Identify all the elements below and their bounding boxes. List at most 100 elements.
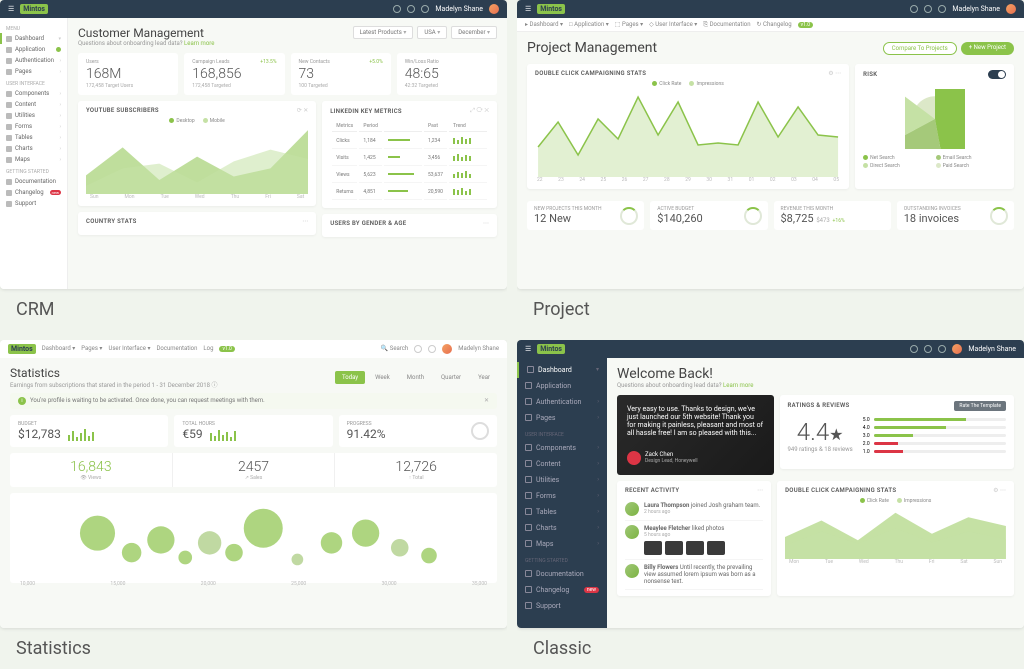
risk-toggle[interactable]	[988, 70, 1006, 79]
kpi-users: Users168M172,458 Target Users	[78, 53, 178, 95]
sidebar-item-application[interactable]: Application	[0, 44, 67, 55]
avatar[interactable]	[489, 4, 499, 14]
breadcrumb-item[interactable]: Pages ▾	[81, 345, 102, 352]
sidebar-item-docs[interactable]: Documentation	[0, 176, 67, 187]
card-menu-icon[interactable]: ⋯	[483, 220, 489, 227]
search-icon[interactable]	[910, 345, 918, 353]
sidebar-item-application[interactable]: Application	[517, 378, 607, 394]
bell-icon[interactable]	[421, 5, 429, 13]
page-title: Welcome Back!	[617, 366, 1014, 382]
sidebar-item-changelog[interactable]: Changelognew	[0, 187, 67, 198]
card-menu-icon[interactable]: ⚙ ⋯	[828, 70, 841, 77]
table-row: Views5,62353,637	[332, 168, 487, 183]
user-name[interactable]: Madelyn Shane	[968, 345, 1016, 353]
user-name[interactable]: Madelyn Shane	[435, 5, 483, 13]
gear-icon[interactable]	[407, 5, 415, 13]
sidebar-item-content[interactable]: Content›	[0, 99, 67, 110]
sidebar-item-changelog[interactable]: Changelognew	[517, 582, 607, 598]
new-project-button[interactable]: + New Project	[961, 42, 1014, 55]
sidebar-item-utilities[interactable]: Utilities›	[0, 110, 67, 121]
user-name[interactable]: Madelyn Shane	[952, 5, 1000, 13]
sidebar-item-pages[interactable]: Pages›	[0, 66, 67, 77]
sidebar-item-auth[interactable]: Authentication›	[517, 394, 607, 410]
search-icon[interactable]: 🔍 Search	[381, 345, 408, 352]
sidebar-item-components[interactable]: Components›	[0, 88, 67, 99]
sidebar-item-dashboard[interactable]: Dashboard▾	[0, 33, 67, 44]
tab-week[interactable]: Week	[368, 371, 397, 384]
bell-icon[interactable]	[938, 5, 946, 13]
card-menu-icon[interactable]: ⚙ ⋯	[993, 487, 1006, 494]
tab-quarter[interactable]: Quarter	[434, 371, 468, 384]
logo[interactable]: Mintos	[20, 4, 48, 14]
sidebar-item-support[interactable]: Support	[517, 598, 607, 614]
month-select[interactable]: December	[451, 26, 497, 39]
learn-more-link[interactable]: Learn more	[723, 382, 753, 389]
sidebar-item-docs[interactable]: Documentation	[517, 566, 607, 582]
search-icon[interactable]	[393, 5, 401, 13]
breadcrumb-item[interactable]: Log	[203, 345, 213, 352]
utilities-icon	[525, 476, 532, 483]
tab-today[interactable]: Today	[335, 371, 365, 384]
compare-button[interactable]: Compare To Projects	[883, 42, 957, 55]
sidebar-item-tables[interactable]: Tables›	[0, 132, 67, 143]
gear-icon[interactable]	[924, 345, 932, 353]
card-menu-icon[interactable]: ⟳ ✕	[297, 107, 309, 114]
tab-month[interactable]: Month	[400, 371, 431, 384]
menu-icon[interactable]: ☰	[8, 5, 14, 13]
learn-more-link[interactable]: Learn more	[184, 40, 214, 47]
sidebar-item-support[interactable]: Support	[0, 198, 67, 209]
avatar[interactable]	[952, 344, 962, 354]
search-icon[interactable]	[910, 5, 918, 13]
sidebar-item-dashboard[interactable]: Dashboard▾	[517, 362, 607, 378]
app-icon	[525, 382, 532, 389]
stat-total: 12,726↑ Total	[335, 453, 497, 487]
logo[interactable]: Mintos	[537, 4, 565, 14]
rate-button[interactable]: Rate The Template	[954, 401, 1006, 411]
bell-icon[interactable]	[938, 345, 946, 353]
sidebar-item-content[interactable]: Content›	[517, 456, 607, 472]
ring-icon	[990, 207, 1008, 225]
sidebar-item-utilities[interactable]: Utilities›	[517, 472, 607, 488]
stat-budget: ACTIVE BUDGET$140,260	[650, 201, 767, 230]
sidebar-item-charts[interactable]: Charts›	[0, 143, 67, 154]
sidebar-item-charts[interactable]: Charts›	[517, 520, 607, 536]
sidebar-item-forms[interactable]: Forms›	[0, 121, 67, 132]
menu-icon[interactable]: ☰	[525, 5, 531, 13]
hero-testimonial: Very easy to use. Thanks to design, we'v…	[617, 395, 774, 475]
sidebar-item-components[interactable]: Components›	[517, 440, 607, 456]
country-select[interactable]: USA	[417, 26, 447, 39]
card-menu-icon[interactable]: ⤢ ⟳ ✕	[470, 107, 489, 115]
gear-icon[interactable]	[414, 345, 422, 353]
logo[interactable]: Mintos	[537, 344, 565, 354]
gear-icon[interactable]	[924, 5, 932, 13]
products-select[interactable]: Latest Products	[353, 26, 414, 39]
bell-icon[interactable]	[428, 345, 436, 353]
user-name[interactable]: Madelyn Shane	[458, 345, 499, 352]
sidebar-header: USER INTERFACE	[0, 77, 67, 88]
risk-legend: Net Search Email Search Direct Search Pa…	[863, 155, 1006, 169]
content-icon	[525, 460, 532, 467]
kpi-hours: TOTAL HOURS€59	[174, 415, 332, 447]
card-menu-icon[interactable]: ⋯	[757, 487, 763, 494]
menu-icon[interactable]: ☰	[525, 345, 531, 353]
tab-year[interactable]: Year	[471, 371, 497, 384]
logo[interactable]: Mintos	[8, 344, 36, 354]
breadcrumb-item[interactable]: Dashboard ▾	[42, 345, 76, 352]
breadcrumb-item[interactable]: Documentation	[156, 345, 197, 352]
country-stats-card: COUNTRY STATS⋯	[78, 212, 316, 235]
card-menu-icon[interactable]: ⋯	[302, 218, 308, 225]
close-icon[interactable]: ✕	[484, 397, 489, 404]
sidebar-item-forms[interactable]: Forms›	[517, 488, 607, 504]
card-title: YOUTUBE SUBSCRIBERS	[86, 107, 159, 114]
activity-item: Laura Thompson joined Josh graham team.2…	[625, 498, 763, 521]
breadcrumb-item[interactable]: User Interface ▾	[108, 345, 150, 352]
sidebar-item-maps[interactable]: Maps›	[517, 536, 607, 552]
sidebar-item-auth[interactable]: Authentication›	[0, 55, 67, 66]
sidebar-item-tables[interactable]: Tables›	[517, 504, 607, 520]
sidebar-item-maps[interactable]: Maps›	[0, 154, 67, 165]
avatar[interactable]	[442, 344, 452, 354]
avatar[interactable]	[1006, 4, 1016, 14]
sidebar-item-pages[interactable]: Pages›	[517, 410, 607, 426]
kpi-budget: BUDGET$12,783	[10, 415, 168, 447]
card-title: RATINGS & REVIEWS	[788, 402, 850, 409]
